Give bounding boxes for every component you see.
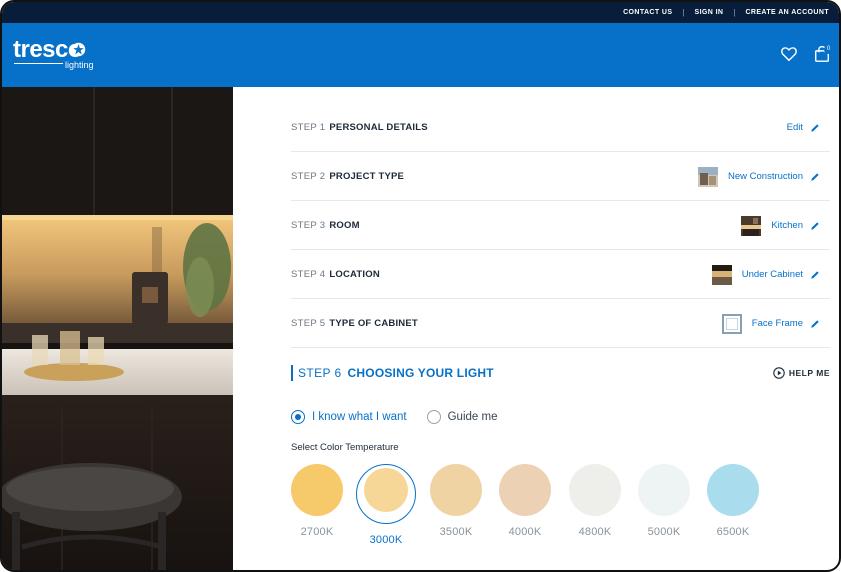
step-number: STEP 2	[291, 170, 326, 182]
help-me-button[interactable]: HELP ME	[773, 348, 830, 398]
step-value[interactable]: Under Cabinet	[711, 250, 820, 299]
step-type-of-cabinet[interactable]: STEP 5 TYPE OF CABINET Face Frame	[291, 299, 830, 348]
step-choosing-your-light: STEP 6 CHOOSING YOUR LIGHT HELP ME	[291, 348, 830, 398]
under-cabinet-thumbnail	[711, 264, 732, 285]
divider: |	[733, 8, 736, 17]
swatch-label: 4000K	[508, 526, 542, 538]
swatch-4000k[interactable]: 4000K	[497, 464, 553, 538]
step-project-type[interactable]: STEP 2 PROJECT TYPE New Construction	[291, 152, 830, 201]
color-temperature-label: Select Color Temperature	[291, 442, 399, 453]
help-me-label: HELP ME	[788, 368, 830, 378]
configurator-panel: STEP 1 PERSONAL DETAILS Edit STEP 2 PROJ…	[291, 103, 830, 456]
swatch-6500k[interactable]: 6500K	[705, 464, 761, 538]
step-title: PROJECT TYPE	[329, 170, 405, 182]
swatch-label: 3500K	[439, 526, 473, 538]
contact-us-link[interactable]: CONTACT US	[623, 9, 672, 16]
face-frame-icon	[721, 313, 742, 334]
swatch-label: 5000K	[647, 526, 681, 538]
logo-underline	[14, 63, 63, 64]
step-location[interactable]: STEP 4 LOCATION Under Cabinet	[291, 250, 830, 299]
step-title: PERSONAL DETAILS	[329, 121, 428, 133]
pencil-icon[interactable]	[810, 270, 820, 280]
step-value[interactable]: Face Frame	[721, 299, 820, 348]
sign-in-link[interactable]: SIGN IN	[695, 9, 724, 16]
color-temperature-options: 2700K 3000K 3500K 4000K 4800K 5000K 6500…	[289, 464, 771, 546]
swatch-label: 2700K	[300, 526, 334, 538]
cart-count-badge: 0	[824, 45, 833, 54]
kitchen-photo	[2, 87, 233, 570]
pencil-icon[interactable]	[810, 172, 820, 182]
construction-thumbnail	[698, 166, 719, 187]
step-room[interactable]: STEP 3 ROOM Kitchen	[291, 201, 830, 250]
pencil-icon[interactable]	[810, 123, 820, 133]
app-window: CONTACT US | SIGN IN | CREATE AN ACCOUNT…	[0, 0, 841, 572]
swatch-3000k[interactable]: 3000K	[356, 464, 416, 546]
logo-subtext: lighting	[65, 60, 94, 70]
tresco-logo[interactable]: tresco lighting	[13, 38, 103, 74]
swatch-label: 4800K	[578, 526, 612, 538]
pencil-icon[interactable]	[810, 319, 820, 329]
step-number: STEP 3	[291, 219, 326, 231]
swatch-label: 6500K	[716, 526, 750, 538]
logo-star-icon	[71, 42, 86, 57]
swatch-color	[291, 464, 343, 516]
selection-mode: I know what I want Guide me	[291, 403, 830, 431]
step-title: ROOM	[329, 219, 360, 231]
swatch-2700k[interactable]: 2700K	[289, 464, 345, 538]
selected-value[interactable]: New Construction	[728, 171, 803, 182]
radio-selected[interactable]	[291, 410, 305, 424]
pencil-icon[interactable]	[810, 221, 820, 231]
create-account-link[interactable]: CREATE AN ACCOUNT	[745, 9, 829, 16]
step-value[interactable]: Kitchen	[741, 201, 820, 250]
swatch-color	[569, 464, 621, 516]
heart-icon[interactable]	[780, 45, 798, 63]
swatch-3500k[interactable]: 3500K	[428, 464, 484, 538]
swatch-color	[707, 464, 759, 516]
swatch-ring	[356, 464, 416, 524]
step-title: TYPE OF CABINET	[329, 317, 418, 329]
utility-bar: CONTACT US | SIGN IN | CREATE AN ACCOUNT	[2, 2, 839, 23]
step-number: STEP 1	[291, 121, 326, 133]
swatch-color	[364, 468, 408, 512]
step-title: CHOOSING YOUR LIGHT	[347, 366, 494, 380]
kitchen-thumbnail	[741, 215, 762, 236]
step-number: STEP 6	[298, 366, 342, 380]
swatch-5000k[interactable]: 5000K	[636, 464, 692, 538]
radio-unselected[interactable]	[426, 410, 441, 424]
step-value[interactable]: New Construction	[698, 152, 820, 201]
swatch-label: 3000K	[369, 534, 403, 546]
divider: |	[682, 8, 685, 17]
swatch-color	[499, 464, 551, 516]
swatch-4800k[interactable]: 4800K	[567, 464, 623, 538]
step-title: LOCATION	[329, 268, 380, 280]
selected-value[interactable]: Face Frame	[752, 318, 803, 329]
selected-value[interactable]: Under Cabinet	[742, 269, 803, 280]
step-accent-bar	[291, 365, 293, 381]
step-value[interactable]: Edit	[787, 103, 820, 152]
step-number: STEP 4	[291, 268, 326, 280]
mode-guide-me[interactable]: Guide me	[426, 410, 498, 424]
play-circle-icon	[773, 367, 785, 379]
edit-link[interactable]: Edit	[787, 122, 803, 133]
mode-label: I know what I want	[312, 411, 407, 423]
step-number: STEP 5	[291, 317, 326, 329]
swatch-color	[430, 464, 482, 516]
mode-label: Guide me	[447, 411, 498, 423]
selected-value[interactable]: Kitchen	[771, 220, 803, 231]
step-personal-details[interactable]: STEP 1 PERSONAL DETAILS Edit	[291, 103, 830, 152]
mode-know-what-i-want[interactable]: I know what I want	[291, 410, 407, 424]
swatch-color	[638, 464, 690, 516]
site-header: tresco lighting 0	[2, 23, 839, 87]
